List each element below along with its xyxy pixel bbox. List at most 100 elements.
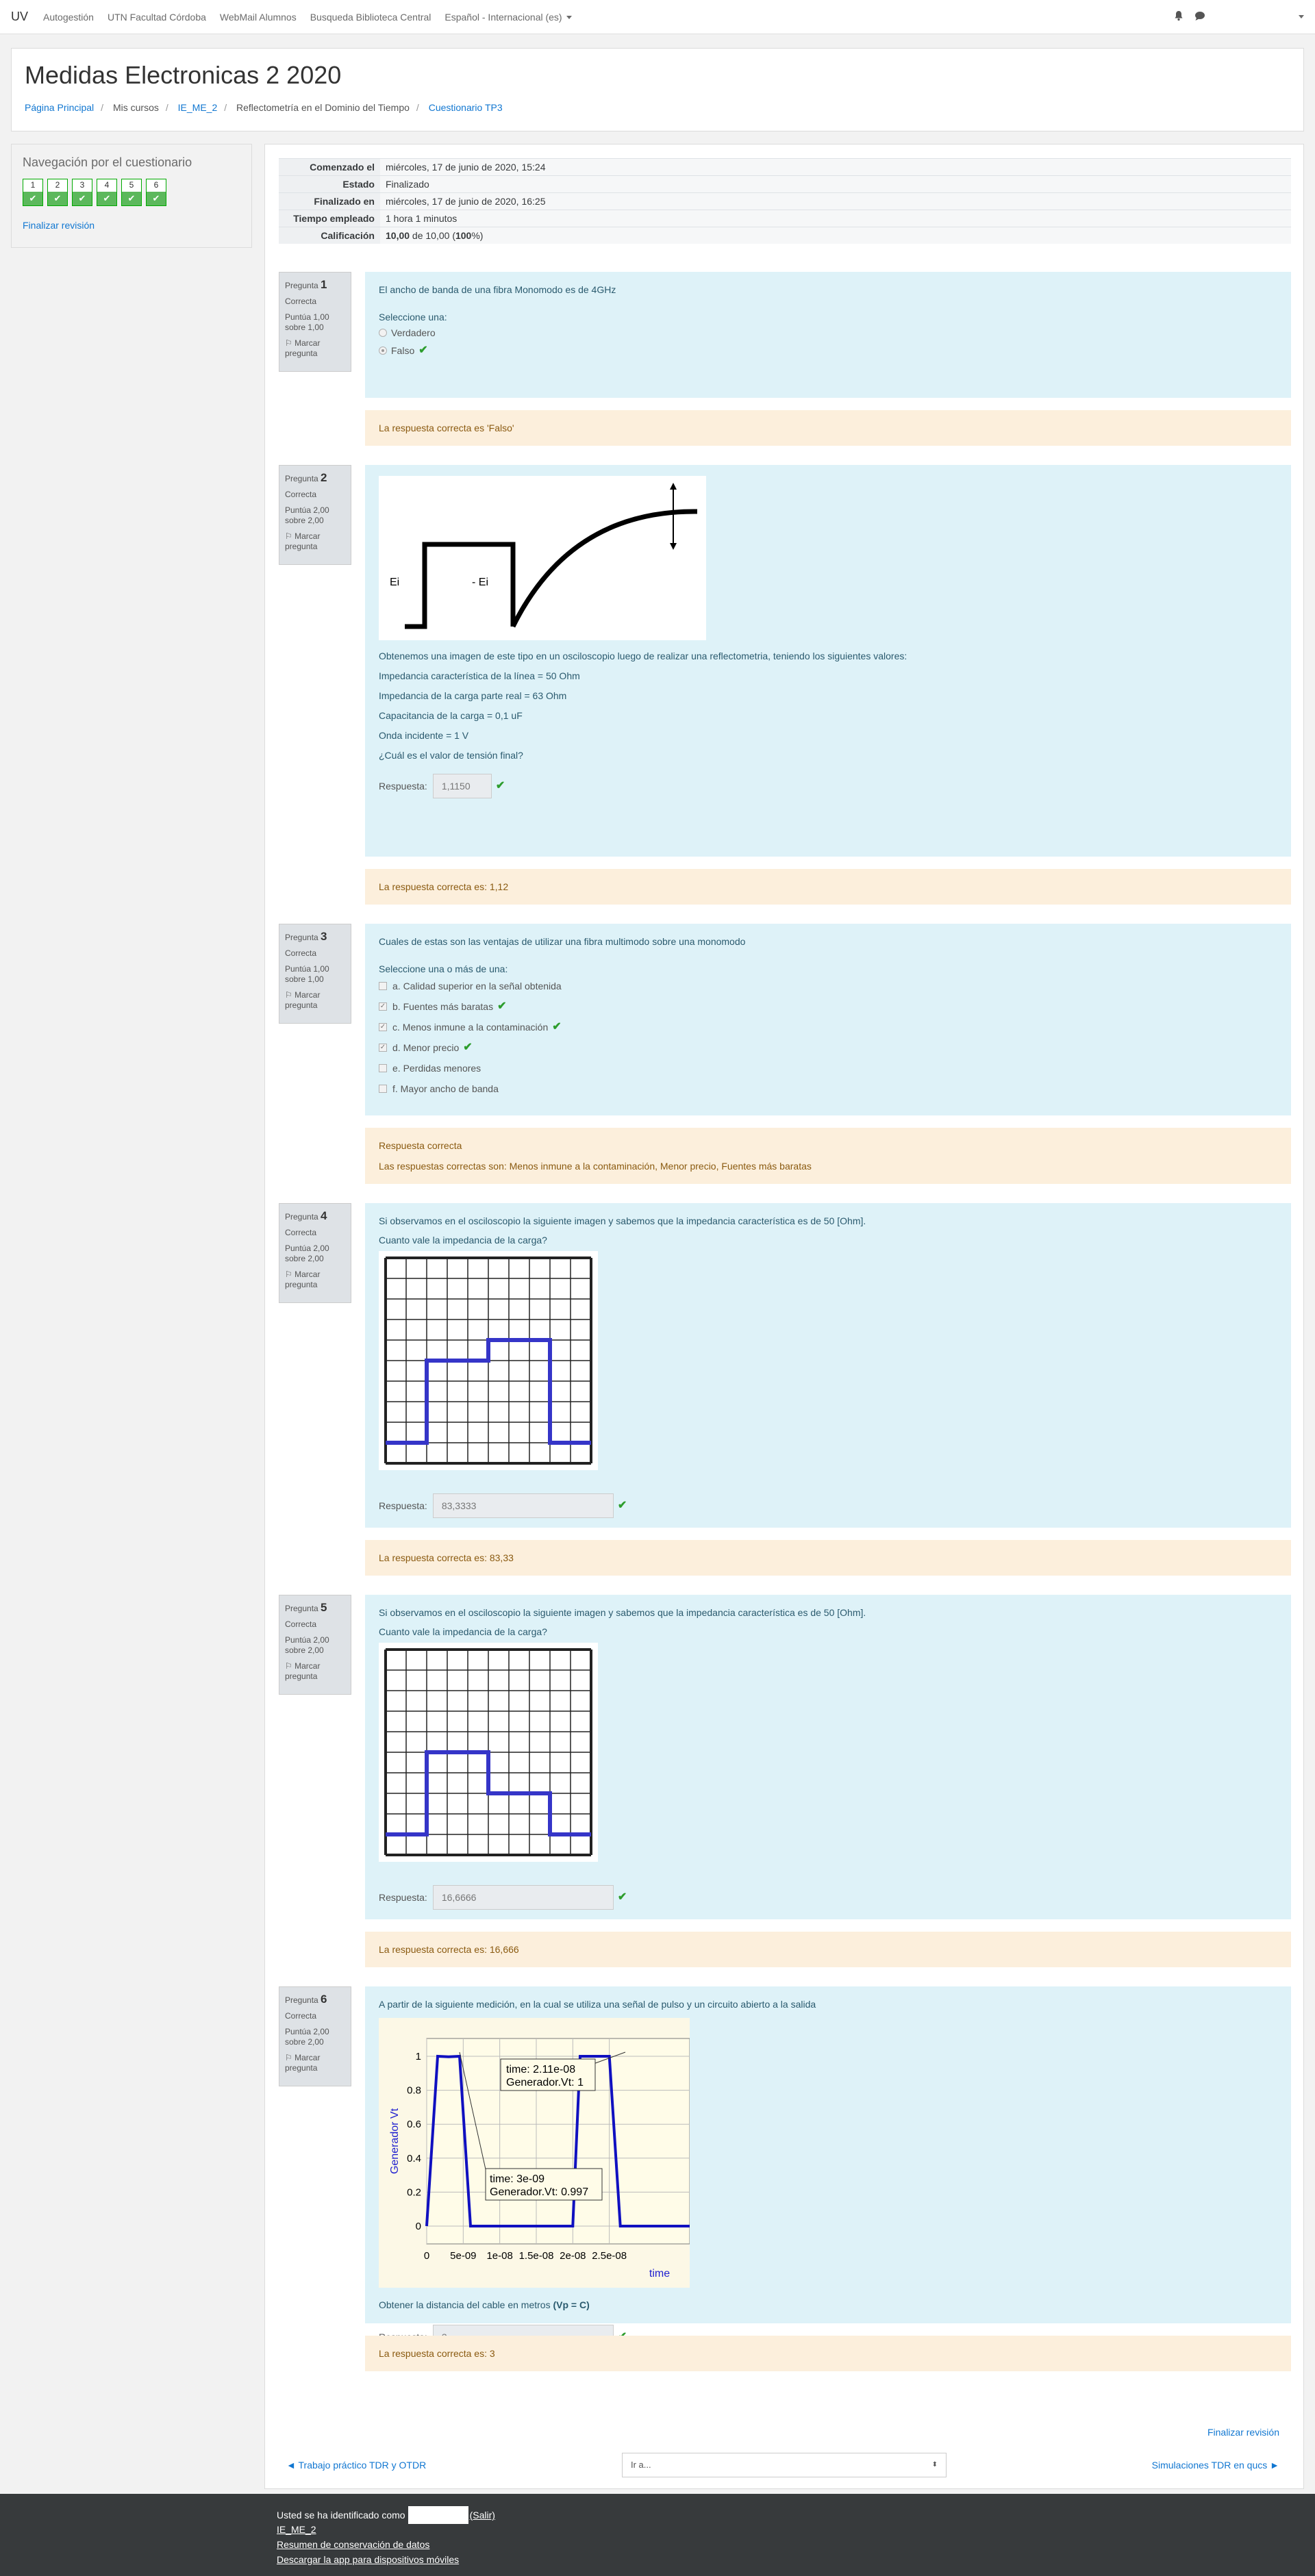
checkbox[interactable]: ✓ — [379, 1023, 387, 1031]
flag-question-toggle[interactable]: ⚐ Marcar pregunta — [285, 1270, 345, 1290]
option-c[interactable]: ✓ c. Menos inmune a la contaminación ✔ — [379, 1017, 1277, 1037]
question-content-3: Cuales de estas son las ventajas de util… — [365, 924, 1291, 1115]
language-label: Español - Internacional (es) — [444, 11, 562, 23]
quiz-nav-button-1[interactable]: 1 ✔ — [23, 179, 43, 206]
option-verdadero[interactable]: Verdadero — [379, 324, 1277, 342]
radio-button[interactable] — [379, 346, 387, 355]
quiz-nav-button-5[interactable]: 5 ✔ — [121, 179, 142, 206]
check-icon: ✔ — [463, 1041, 473, 1053]
correct-answer-text: La respuesta correcta es: 16,666 — [379, 1944, 519, 1955]
mobile-app-link[interactable]: Descargar la app para dispositivos móvil… — [277, 2554, 459, 2565]
logout-link[interactable]: (Salir) — [470, 2510, 495, 2521]
flag-icon: ⚐ — [285, 531, 292, 541]
checkbox[interactable] — [379, 1064, 387, 1072]
option-d[interactable]: ✓ d. Menor precio ✔ — [379, 1037, 1277, 1058]
flag-icon: ⚐ — [285, 338, 292, 348]
radio-button[interactable] — [379, 329, 387, 337]
question-text-2: Cuanto vale la impedancia de la carga? — [379, 1626, 547, 1637]
nav-link-autogestion[interactable]: Autogestión — [43, 12, 94, 23]
flag-question-toggle[interactable]: ⚐ Marcar pregunta — [285, 2053, 345, 2073]
option-label: a. Calidad superior en la señal obtenida — [392, 981, 562, 992]
next-activity-link[interactable]: Simulaciones TDR en qucs ► — [1152, 2460, 1279, 2471]
site-brand[interactable]: UV — [11, 10, 28, 24]
annotation-text: Generador.Vt: 1 — [506, 2077, 584, 2088]
correct-answer-text: La respuesta correcta es: 83,33 — [379, 1552, 514, 1563]
question-feedback-2: La respuesta correcta es: 1,12 — [365, 869, 1291, 905]
y-tick-label: 1 — [416, 2051, 421, 2062]
previous-activity-link[interactable]: ◄ Trabajo práctico TDR y OTDR — [286, 2460, 426, 2471]
summary-value: miércoles, 17 de junio de 2020, 15:24 — [380, 158, 1291, 176]
y-tick-label: 0.4 — [407, 2153, 421, 2164]
flag-question-toggle[interactable]: ⚐ Marcar pregunta — [285, 990, 345, 1011]
breadcrumb-mis-cursos: Mis cursos — [112, 102, 159, 113]
fig-label-ei: Ei — [390, 577, 399, 588]
option-label: c. Menos inmune a la contaminación — [392, 1022, 549, 1033]
page-footer: Usted se ha identificado como (Salir) IE… — [0, 2494, 1315, 2576]
nav-link-biblioteca[interactable]: Busqueda Biblioteca Central — [310, 12, 431, 23]
question-number: 5 — [321, 1601, 327, 1614]
x-tick-label: 5e-09 — [450, 2250, 476, 2262]
nav-link-utn[interactable]: UTN Facultad Córdoba — [108, 12, 206, 23]
quiz-nav-number: 2 — [55, 180, 60, 190]
check-icon: ✔ — [495, 780, 505, 792]
chat-icon[interactable] — [1194, 11, 1205, 21]
finish-review-link[interactable]: Finalizar revisión — [1207, 2427, 1279, 2438]
check-icon: ✔ — [617, 1891, 627, 1903]
user-menu-caret[interactable] — [1299, 15, 1304, 18]
jump-to-select[interactable]: Ir a... ⬍ — [622, 2453, 947, 2477]
correct-answer-text: La respuesta correcta es 'Falso' — [379, 422, 514, 433]
option-b[interactable]: ✓ b. Fuentes más baratas ✔ — [379, 996, 1277, 1017]
quiz-nav-button-2[interactable]: 2 ✔ — [47, 179, 68, 206]
x-axis-label: time — [649, 2268, 670, 2280]
bell-icon[interactable] — [1174, 10, 1184, 21]
checkbox[interactable]: ✓ — [379, 1002, 387, 1011]
option-falso[interactable]: Falso ✔ — [379, 342, 1277, 359]
question-text: Si observamos en el osciloscopio la sigu… — [379, 1215, 866, 1226]
nav-link-webmail[interactable]: WebMail Alumnos — [220, 12, 297, 23]
x-tick-label: 2e-08 — [560, 2250, 586, 2262]
question-points: Puntúa 2,00 sobre 2,00 — [285, 1243, 329, 1263]
y-axis-label: Generador Vt — [389, 2108, 401, 2174]
finish-review-link[interactable]: Finalizar revisión — [23, 220, 95, 231]
x-tick-label: 2.5e-08 — [592, 2250, 627, 2262]
checkbox[interactable] — [379, 982, 387, 990]
flag-question-toggle[interactable]: ⚐ Marcar pregunta — [285, 1661, 345, 1682]
quiz-nav-button-3[interactable]: 3 ✔ — [72, 179, 92, 206]
answer-field[interactable]: 1,1150 — [432, 774, 492, 798]
breadcrumb-quiz[interactable]: Cuestionario TP3 — [429, 102, 503, 113]
breadcrumb-home[interactable]: Página Principal — [25, 102, 94, 113]
option-label: f. Mayor ancho de banda — [392, 1083, 499, 1094]
language-menu[interactable]: Español - Internacional (es) — [444, 11, 572, 23]
checkbox[interactable] — [379, 1085, 387, 1093]
data-retention-link[interactable]: Resumen de conservación de datos — [277, 2539, 429, 2550]
annotation-text: time: 3e-09 — [490, 2173, 544, 2185]
option-a[interactable]: a. Calidad superior en la señal obtenida — [379, 976, 1277, 996]
breadcrumb-course[interactable]: IE_ME_2 — [178, 102, 218, 113]
question-text-2: Obtener la distancia del cable en metros… — [379, 2299, 590, 2310]
question-info-5: Pregunta 5 Correcta Puntúa 2,00 sobre 2,… — [279, 1595, 351, 1695]
question-number: 1 — [321, 278, 327, 291]
option-f[interactable]: f. Mayor ancho de banda — [379, 1078, 1277, 1099]
question-line: Impedancia de la carga parte real = 63 O… — [379, 690, 567, 701]
breadcrumb: Página Principal / Mis cursos / IE_ME_2/ R… — [25, 102, 503, 113]
correct-answer-text: La respuesta correcta es: 3 — [379, 2348, 495, 2359]
checkbox[interactable]: ✓ — [379, 1044, 387, 1052]
question-number: 6 — [321, 1993, 327, 2006]
y-tick-label: 0.8 — [407, 2085, 421, 2097]
quiz-nav-button-6[interactable]: 6 ✔ — [146, 179, 166, 206]
flag-icon: ⚐ — [285, 1661, 292, 1671]
question-info-1: Pregunta 1 Correcta Puntúa 1,00 sobre 1,… — [279, 272, 351, 372]
check-icon: ✔ — [147, 192, 166, 205]
quiz-nav-button-4[interactable]: 4 ✔ — [97, 179, 117, 206]
flag-question-toggle[interactable]: ⚐ Marcar pregunta — [285, 338, 345, 359]
answer-field[interactable]: 16,6666 — [432, 1885, 614, 1910]
y-tick-label: 0.2 — [407, 2186, 421, 2198]
summary-label: Estado — [279, 175, 380, 193]
question-label: Pregunta — [285, 1212, 318, 1222]
answer-field[interactable]: 83,3333 — [432, 1493, 614, 1518]
option-e[interactable]: e. Perdidas menores — [379, 1058, 1277, 1078]
footer-course-link[interactable]: IE_ME_2 — [277, 2524, 316, 2535]
main-content: Comenzado el miércoles, 17 de junio de 20… — [264, 144, 1304, 2489]
flag-question-toggle[interactable]: ⚐ Marcar pregunta — [285, 531, 345, 552]
question-state: Correcta — [285, 296, 317, 306]
